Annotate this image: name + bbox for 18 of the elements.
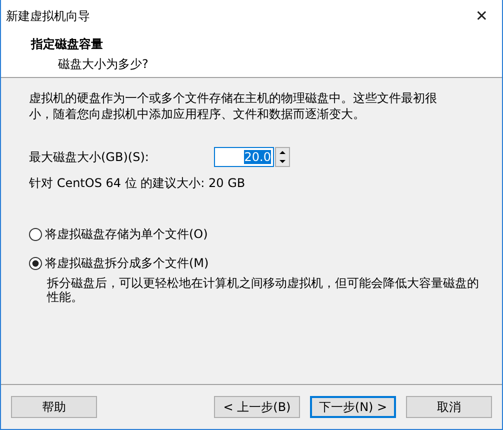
option-label[interactable]: 将虚拟磁盘存储为单个文件(O) [45, 226, 208, 243]
dialog-button[interactable]: 帮助 [11, 396, 97, 418]
field-label: 最大磁盘大小(GB)(S): [29, 148, 150, 166]
dialog-button[interactable]: 取消 [406, 396, 492, 418]
page-subtitle: 磁盘大小为多少? [57, 56, 150, 73]
option-note: 拆分磁盘后，可以更轻松地在计算机之间移动虚拟机，但可能会降低大容量磁盘的性能。 [47, 276, 480, 304]
radio-button[interactable] [29, 257, 42, 270]
option-label[interactable]: 将虚拟磁盘拆分成多个文件(M) [45, 255, 209, 272]
window-title: 新建虚拟机向导 [6, 8, 90, 24]
recommendation-text: 针对 CentOS 64 位 的建议大小: 20 GB [29, 175, 246, 192]
dialog-button[interactable]: 下一步(N) > [310, 396, 396, 418]
page-title: 指定磁盘容量 [31, 36, 104, 53]
close-button[interactable]: ✕ [471, 7, 492, 25]
size-field[interactable]: 20.0 [214, 147, 274, 167]
spin-buttons[interactable] [275, 147, 290, 167]
description-text: 虚拟机的硬盘作为一个或多个文件存储在主机的物理磁盘中。这些文件最初很小，随着您向虚拟机中添加应用程序、文件和数据而逐渐变大。 [29, 90, 438, 122]
radio-button[interactable] [29, 228, 42, 241]
dialog-button[interactable]: < 上一步(B) [214, 396, 300, 418]
